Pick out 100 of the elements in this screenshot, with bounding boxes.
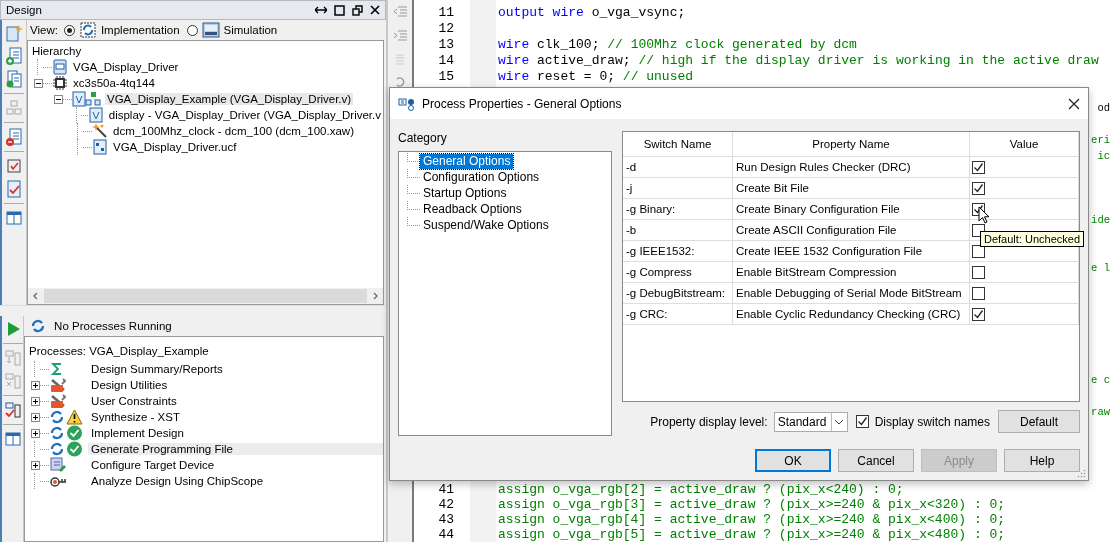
process-item[interactable]: User Constraints [88, 395, 180, 407]
expand-toggle-icon[interactable] [30, 412, 40, 422]
line-number: 15 [437, 68, 454, 84]
layout-icon[interactable] [5, 209, 23, 227]
refresh-check-icon [49, 441, 84, 457]
default-button[interactable]: Default [998, 410, 1080, 433]
process-check-icon[interactable] [3, 401, 22, 419]
maximize-icon[interactable] [334, 4, 345, 16]
checkbox[interactable] [972, 265, 985, 279]
tree-item[interactable]: xc3s50a-4tq144 [71, 77, 157, 89]
dialog-button[interactable]: Cancel [838, 449, 914, 472]
property-cell: Enable BitStream Compression [733, 262, 970, 282]
checkbox[interactable] [972, 160, 985, 174]
category-item[interactable]: Startup Options [420, 185, 510, 201]
column-header[interactable]: Property Name [733, 132, 970, 156]
category-item[interactable]: Suspend/Wake Options [420, 217, 552, 233]
code-fragment: e c [1091, 374, 1110, 386]
line-number: 12 [437, 20, 454, 36]
device-icon [49, 457, 68, 473]
horizontal-scrollbar[interactable] [28, 288, 383, 304]
code-line: wire reset = 0; // unused [498, 68, 694, 84]
tree-item[interactable]: VGA_Display_Driver.ucf [111, 141, 239, 153]
constraints-file-icon [92, 139, 108, 155]
close-icon[interactable] [370, 5, 380, 15]
layout-icon[interactable] [3, 430, 22, 448]
category-item[interactable]: General Options [420, 153, 514, 169]
checkbox[interactable] [972, 307, 985, 321]
code-fragment: e l [1091, 262, 1110, 274]
process-item[interactable]: Generate Programming File [88, 443, 383, 455]
add-source-icon[interactable] [5, 47, 23, 65]
close-icon[interactable] [1068, 97, 1080, 110]
tree-item[interactable]: VGA_Display_Example (VGA_Display_Driver.v) [105, 93, 354, 105]
checkbox[interactable] [855, 415, 869, 428]
column-header[interactable]: Switch Name [623, 132, 733, 156]
monitor-icon [201, 21, 220, 39]
chip-check-icon[interactable] [5, 157, 23, 175]
collapse-toggle-icon[interactable] [53, 94, 63, 104]
document-check-icon[interactable] [5, 180, 23, 198]
code-line: wire clk_100; // 100Mhz clock generated by dcm [498, 36, 857, 52]
radio-button[interactable] [186, 24, 198, 36]
property-cell: Create IEEE 1532 Configuration File [733, 241, 970, 261]
code-fragment: ide [1091, 214, 1110, 226]
expand-toggle-icon[interactable] [30, 396, 40, 406]
code-line: output wire o_vga_vsync; [498, 4, 686, 20]
process-item[interactable]: Implement Design [88, 427, 187, 439]
process-item[interactable]: Design Summary/Reports [88, 363, 226, 375]
add-copy-source-icon[interactable] [5, 70, 23, 88]
verilog-module-icon [72, 91, 102, 107]
checkbox-label[interactable]: Display switch names [874, 414, 990, 429]
view-option-label[interactable]: Simulation [223, 24, 278, 36]
radio-button[interactable] [63, 24, 75, 36]
switch-cell: -g IEEE1532: [623, 241, 733, 261]
resize-icon[interactable] [315, 5, 327, 15]
switch-cell: -b [623, 220, 733, 240]
process-item[interactable]: Design Utilities [88, 379, 171, 391]
chip-icon [52, 75, 68, 91]
tree-item[interactable]: VGA_Display_Driver [71, 61, 181, 73]
property-cell: Create Bit File [733, 178, 970, 198]
view-option-label[interactable]: Implementation [100, 24, 180, 36]
expand-toggle-icon[interactable] [30, 380, 40, 390]
refresh-check-icon [49, 425, 84, 441]
tooltip: Default: Unchecked [980, 231, 1084, 247]
property-cell: Enable Cyclic Redundancy Checking (CRC) [733, 304, 970, 324]
process-properties-icon [398, 96, 416, 111]
verilog-file-icon [87, 107, 104, 123]
chip-refresh-icon [78, 21, 97, 39]
code-fragment: eri [1091, 134, 1110, 146]
expand-toggle-icon[interactable] [30, 428, 40, 438]
checkbox[interactable] [972, 286, 985, 300]
tree-item[interactable]: display - VGA_Display_Driver (VGA_Display_Driver.v [106, 109, 383, 121]
remove-source-icon[interactable] [5, 128, 23, 146]
display-level-dropdown[interactable]: Standard [773, 411, 848, 432]
process-item[interactable]: Configure Target Device [88, 459, 218, 471]
process-item[interactable]: Analyze Design Using ChipScope [88, 475, 267, 487]
view-label: View: [30, 24, 58, 36]
code-fragment: od [1097, 102, 1110, 114]
column-header[interactable]: Value [970, 132, 1079, 156]
code-line: assign o_vga_rgb[4] = active_draw ? (pix_x>=240 & pix_x<400) : 0; [498, 512, 1006, 527]
project-icon [52, 59, 68, 75]
line-number: 42 [437, 497, 454, 512]
switch-cell: -d [623, 157, 733, 177]
dialog-button[interactable]: Help [1004, 449, 1080, 472]
line-number: 11 [437, 4, 454, 20]
code-fragment: ic [1097, 150, 1110, 162]
expand-toggle-icon[interactable] [30, 460, 40, 470]
dialog-button[interactable]: OK [755, 449, 831, 472]
tree-item[interactable]: dcm_100Mhz_clock - dcm_100 (dcm_100.xaw) [111, 125, 356, 137]
resize-grip-icon[interactable] [1077, 469, 1086, 478]
checkbox[interactable] [972, 181, 985, 195]
code-fragment: raw [1091, 406, 1110, 418]
process-item[interactable]: Synthesize - XST [88, 411, 183, 423]
refresh-icon [30, 318, 47, 334]
category-item[interactable]: Configuration Options [420, 169, 543, 185]
display-level-label: Property display level: [650, 414, 768, 429]
code-line: assign o_vga_rgb[3] = active_draw ? (pix_x>=240 & pix_x<320) : 0; [498, 497, 1006, 512]
category-item[interactable]: Readback Options [420, 201, 525, 217]
process-status: No Processes Running [54, 320, 172, 332]
collapse-toggle-icon[interactable] [33, 78, 43, 88]
code-line: assign o_vga_rgb[2] = active_draw ? (pix_x<240) : 0; [498, 482, 904, 497]
restore-icon[interactable] [352, 4, 363, 16]
